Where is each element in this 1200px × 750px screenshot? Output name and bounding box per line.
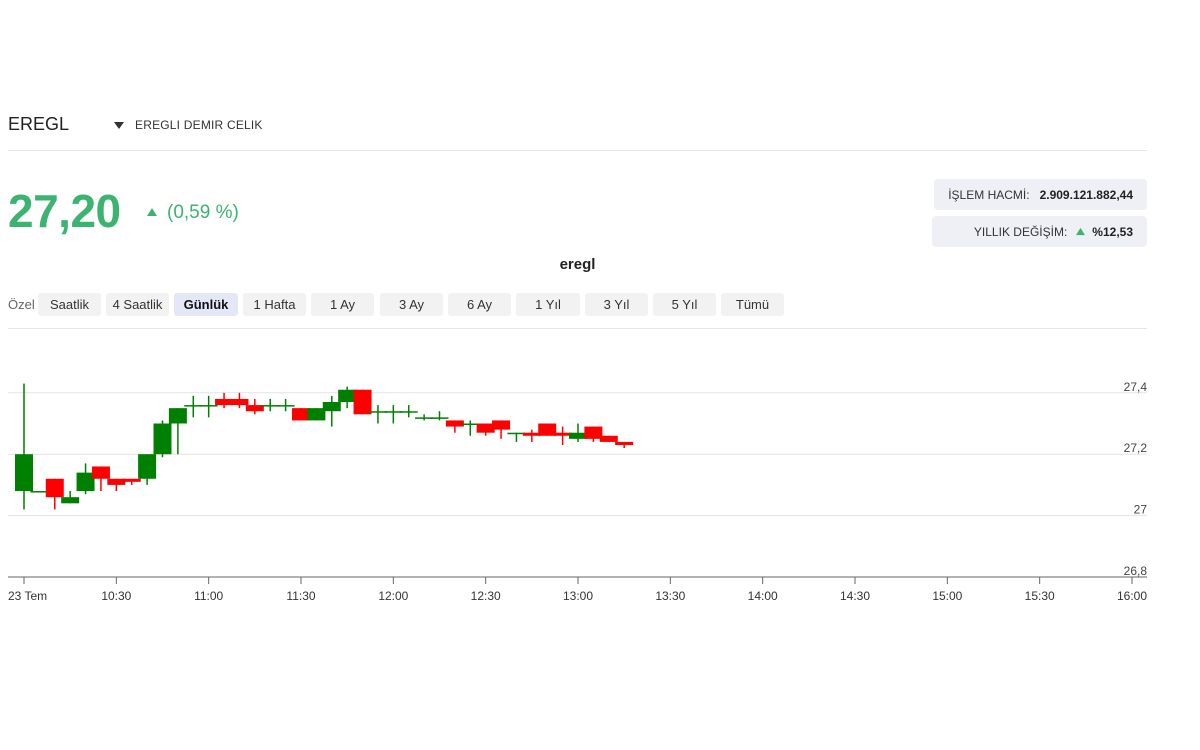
candle-body: [584, 426, 603, 439]
candle-body: [307, 408, 326, 421]
x-tick-label: 13:30: [655, 589, 685, 603]
candle-body: [30, 491, 49, 493]
annual-change-stat: YILLIK DEĞİŞİM: %12,53: [932, 216, 1147, 247]
range-button-3-month[interactable]: 3 Ay: [380, 293, 443, 316]
dropdown-caret-icon[interactable]: [112, 118, 126, 132]
candle-body: [15, 454, 33, 492]
volume-label: İŞLEM HACMİ:: [948, 187, 1030, 202]
x-tick-label: 11:00: [194, 589, 223, 603]
price-up-arrow-icon: [147, 208, 157, 216]
candle-body: [492, 420, 511, 430]
price-change-percent: (0,59 %): [167, 202, 239, 223]
header-divider: [8, 150, 1147, 151]
x-tick-label: 16:00: [1117, 589, 1147, 603]
candle-body: [292, 408, 310, 421]
candle-body: [507, 432, 526, 435]
candle-body: [122, 478, 141, 482]
volume-value: 2.909.121.882,44: [1039, 187, 1133, 202]
candle-body: [184, 405, 203, 407]
candle-body: [276, 405, 295, 407]
candle-body: [138, 454, 157, 479]
candle-body: [91, 466, 110, 479]
range-button-6-month[interactable]: 6 Ay: [448, 293, 511, 316]
candle-body: [45, 478, 64, 498]
range-button-daily[interactable]: Günlük: [174, 293, 238, 316]
annual-change-label: YILLIK DEĞİŞİM:: [973, 224, 1068, 239]
candle-body: [322, 402, 341, 412]
symbol-header: EREGL EREGLI DEMIR CELIK: [8, 112, 1147, 138]
x-tick-label: 12:00: [378, 589, 408, 603]
candle-body: [199, 405, 218, 407]
candle-body: [338, 389, 357, 403]
x-tick-label: 10:30: [101, 589, 131, 603]
x-tick-label: 23 Tem: [8, 589, 47, 603]
candle-body: [538, 423, 557, 436]
y-tick-label: 26,8: [1124, 564, 1148, 578]
x-tick-label: 14:30: [840, 589, 870, 603]
annual-change-value: %12,53: [1092, 224, 1133, 239]
chart-title: eregl: [559, 256, 596, 273]
candle-body: [461, 423, 480, 425]
current-price: 27,20: [8, 185, 121, 237]
candle-body: [76, 472, 95, 492]
annual-up-arrow-icon: [1076, 227, 1086, 236]
range-button-1-month[interactable]: 1 Ay: [311, 293, 374, 316]
candle-body: [230, 398, 249, 406]
range-divider: [8, 328, 1147, 329]
range-button-3-year[interactable]: 3 Yıl: [585, 293, 648, 316]
candlestick-chart[interactable]: 26,8 27 27,2 27,4 23 Tem 10:30 11:00 11:30 12:00…: [0, 340, 1160, 630]
company-name: EREGLI DEMIR CELIK: [135, 118, 263, 132]
x-tick-label: 11:30: [286, 589, 315, 603]
range-button-5-year[interactable]: 5 Yıl: [653, 293, 716, 316]
range-button-hourly[interactable]: Saatlik: [38, 293, 101, 316]
range-button-1-year[interactable]: 1 Yıl: [516, 293, 580, 316]
x-tick-label: 15:00: [932, 589, 962, 603]
custom-range-label[interactable]: Özel: [8, 297, 35, 312]
symbol-name: EREGL: [8, 114, 70, 134]
candle-body: [415, 417, 434, 419]
candle-body: [599, 435, 618, 442]
y-tick-label: 27,4: [1124, 380, 1148, 394]
x-tick-label: 13:00: [563, 589, 593, 603]
candle-body: [368, 411, 387, 413]
candle-body: [168, 408, 187, 424]
volume-stat: İŞLEM HACMİ: 2.909.121.882,44: [934, 179, 1147, 210]
x-tick-label: 12:30: [471, 589, 501, 603]
candle-body: [522, 432, 541, 436]
candle-body: [153, 423, 172, 455]
candle-body: [215, 398, 234, 406]
candle-body: [615, 441, 634, 445]
candle-body: [476, 423, 495, 433]
candle-body: [399, 411, 418, 413]
candle-body: [353, 389, 372, 415]
x-tick-label: 14:00: [748, 589, 778, 603]
candle-body: [245, 405, 264, 412]
candle-body: [61, 497, 80, 504]
candle-body: [107, 478, 126, 485]
candle-body: [569, 432, 587, 439]
range-button-4-hourly[interactable]: 4 Saatlik: [106, 293, 169, 316]
x-tick-label: 15:30: [1025, 589, 1055, 603]
range-button-1-week[interactable]: 1 Hafta: [243, 293, 306, 316]
y-tick-label: 27,2: [1124, 441, 1148, 455]
y-tick-label: 27: [1134, 503, 1148, 517]
candle-body: [430, 417, 449, 419]
candle-body: [384, 411, 403, 413]
candle-body: [261, 405, 280, 407]
range-button-all[interactable]: Tümü: [721, 293, 784, 316]
candle-body: [553, 432, 572, 436]
candle-body: [445, 420, 464, 427]
